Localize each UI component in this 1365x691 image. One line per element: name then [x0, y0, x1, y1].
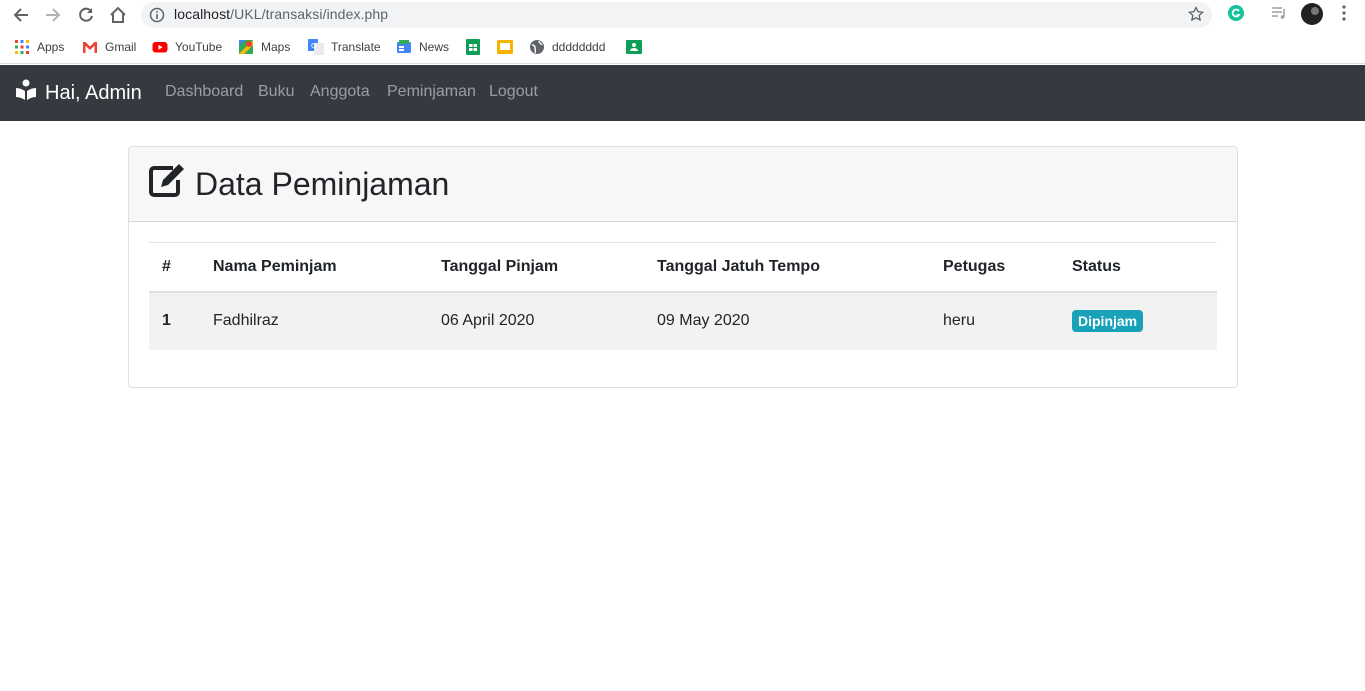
column-header-nama: Nama Peminjam: [213, 257, 337, 275]
cell-tanggal-pinjam: 06 April 2020: [441, 312, 535, 329]
nav-link-peminjaman[interactable]: Peminjaman: [387, 83, 476, 101]
bookmark-label: Translate: [331, 40, 381, 54]
peminjaman-table: # Nama Peminjam Tanggal Pinjam Tanggal J…: [149, 242, 1217, 350]
svg-text:G: G: [311, 42, 316, 50]
forward-icon[interactable]: [41, 3, 65, 27]
card-header: Data Peminjaman: [129, 147, 1237, 222]
cell-petugas: heru: [943, 312, 976, 329]
bookmark-classroom[interactable]: [626, 38, 649, 56]
nav-link-logout[interactable]: Logout: [489, 83, 538, 101]
brand-text: Hai, Admin: [45, 81, 142, 104]
news-icon: [396, 39, 412, 55]
column-header-petugas: Petugas: [943, 257, 1006, 275]
url-host: localhost: [174, 6, 231, 22]
table-header-row: # Nama Peminjam Tanggal Pinjam Tanggal J…: [149, 242, 1217, 292]
home-icon[interactable]: [106, 3, 130, 27]
nav-link-buku[interactable]: Buku: [258, 83, 294, 101]
reader-icon: [15, 79, 37, 107]
gmail-icon: [82, 39, 98, 55]
bookmark-translate[interactable]: G Translate: [308, 38, 381, 56]
bookmark-gmail[interactable]: Gmail: [82, 38, 136, 56]
url-text: localhost/UKL/transaksi/index.php: [174, 6, 388, 22]
bookmark-label: Apps: [37, 40, 65, 54]
back-icon[interactable]: [9, 3, 33, 27]
bookmarks-bar: Apps Gmail YouTube Maps G Translate News: [0, 30, 1365, 64]
bookmark-star-icon[interactable]: [1187, 5, 1205, 27]
bookmark-apps[interactable]: Apps: [14, 38, 64, 56]
navbar-brand[interactable]: Hai, Admin: [15, 79, 142, 107]
bookmark-label: Maps: [261, 40, 291, 54]
bookmark-label: dddddddd: [552, 40, 606, 54]
bookmark-maps[interactable]: Maps: [238, 38, 290, 56]
column-header-status: Status: [1072, 257, 1121, 275]
page-title-text: Data Peminjaman: [195, 165, 450, 202]
bookmark-label: YouTube: [175, 40, 223, 54]
classroom-icon: [626, 39, 642, 55]
maps-icon: [238, 39, 254, 55]
apps-grid-icon: [14, 39, 30, 55]
profile-avatar[interactable]: [1301, 3, 1323, 30]
media-queue-icon[interactable]: [1270, 4, 1288, 27]
column-header-no: #: [162, 257, 171, 275]
globe-icon: [529, 39, 545, 55]
cell-tanggal-jatuh-tempo: 09 May 2020: [657, 312, 750, 329]
app-navbar: Hai, Admin Dashboard Buku Anggota Peminj…: [0, 65, 1365, 121]
nav-link-anggota[interactable]: Anggota: [310, 83, 370, 101]
edit-icon: [149, 163, 185, 205]
browser-menu-icon[interactable]: [1337, 4, 1351, 27]
sheets-icon: [465, 39, 481, 55]
reload-icon[interactable]: [74, 3, 98, 27]
bookmark-label: Gmail: [105, 40, 137, 54]
column-header-tanggal-jatuh-tempo: Tanggal Jatuh Tempo: [657, 257, 820, 275]
bookmark-slides[interactable]: [497, 38, 520, 56]
bookmark-dddddddd[interactable]: dddddddd: [529, 38, 605, 56]
page-title: Data Peminjaman: [149, 163, 449, 205]
bookmark-sheets[interactable]: [465, 38, 488, 56]
browser-toolbar: localhost/UKL/transaksi/index.php: [0, 0, 1365, 30]
cell-no: 1: [162, 312, 171, 329]
slides-icon: [497, 39, 513, 55]
bookmark-news[interactable]: News: [396, 38, 449, 56]
cell-status: Dipinjam: [1059, 292, 1217, 350]
status-badge: Dipinjam: [1072, 310, 1144, 332]
address-bar[interactable]: localhost/UKL/transaksi/index.php: [141, 2, 1212, 28]
site-info-icon[interactable]: [149, 7, 165, 28]
cell-nama: Fadhilraz: [213, 312, 279, 329]
translate-icon: G: [308, 39, 324, 55]
bookmark-label: News: [419, 40, 450, 54]
bookmark-youtube[interactable]: YouTube: [152, 38, 222, 56]
grammarly-extension-icon[interactable]: [1227, 4, 1245, 27]
column-header-tanggal-pinjam: Tanggal Pinjam: [441, 257, 559, 275]
table-row: 1 Fadhilraz 06 April 2020 09 May 2020 he…: [149, 291, 1217, 350]
nav-link-dashboard[interactable]: Dashboard: [165, 83, 243, 101]
peminjaman-card: Data Peminjaman # Nama Peminjam Tanggal …: [128, 146, 1238, 388]
url-path: /UKL/transaksi/index.php: [230, 6, 389, 22]
youtube-icon: [152, 39, 168, 55]
